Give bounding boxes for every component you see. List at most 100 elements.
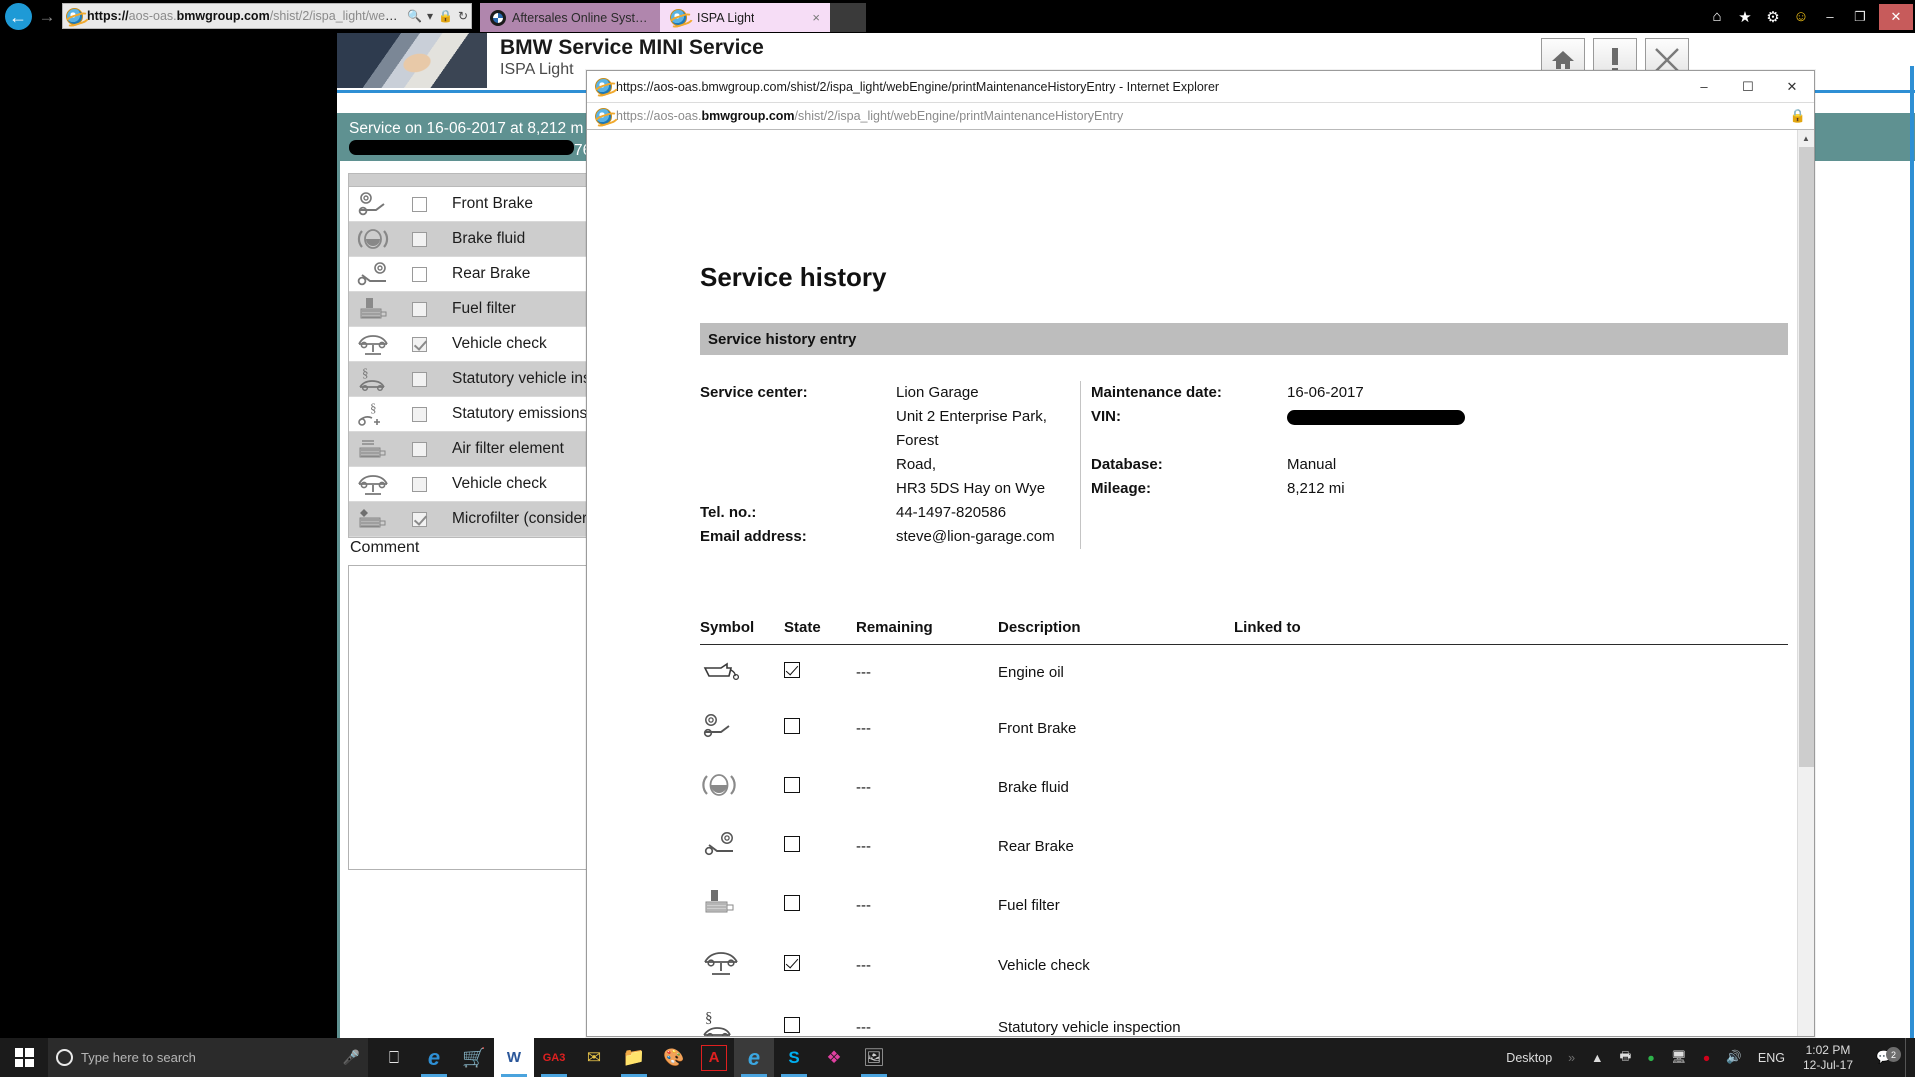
gas-app-icon[interactable]: GA3: [534, 1038, 574, 1077]
section-title: Service history entry: [700, 323, 1788, 355]
field-key: Tel. no.:: [700, 501, 896, 525]
checkbox[interactable]: [397, 197, 442, 212]
popup-scrollbar[interactable]: ▲: [1797, 130, 1814, 1036]
checkbox[interactable]: [397, 302, 442, 317]
service-details-grid: Service center:Lion Garage Unit 2 Enterp…: [700, 381, 1788, 549]
start-button[interactable]: [0, 1038, 48, 1077]
field-value: Lion Garage: [896, 381, 1080, 405]
service-item-label: Front Brake: [442, 195, 533, 213]
checkbox[interactable]: [397, 477, 442, 492]
info-row: Road,: [700, 453, 1080, 477]
photos-icon[interactable]: 🖼: [854, 1038, 894, 1077]
mail-icon[interactable]: ✉: [574, 1038, 614, 1077]
overflow-chevron-icon[interactable]: »: [1560, 1038, 1583, 1077]
action-center-icon[interactable]: 💬 2: [1863, 1050, 1905, 1065]
printer-icon[interactable]: 🖶: [1611, 1038, 1639, 1077]
field-key: Maintenance date:: [1091, 381, 1287, 405]
close-icon[interactable]: ×: [812, 10, 820, 25]
home-icon[interactable]: ⌂: [1703, 8, 1731, 25]
system-tray: Desktop » ▲ 🖶 ● 🖥 ● 🔊 ENG 1:02 PM 12-Jul…: [1498, 1038, 1915, 1077]
smiley-feedback-icon[interactable]: ☺: [1787, 8, 1815, 25]
service-item-label: Microfilter (consider f: [442, 510, 596, 528]
field-key: [700, 477, 896, 501]
file-explorer-icon[interactable]: 📁: [614, 1038, 654, 1077]
checkbox[interactable]: [397, 337, 442, 352]
checkbox[interactable]: [397, 232, 442, 247]
field-value: [1287, 405, 1788, 429]
info-row: VIN:: [1091, 405, 1788, 429]
tab-aftersales-online-system[interactable]: Aftersales Online System : Serv...: [480, 3, 660, 32]
search-icon[interactable]: 🔍: [407, 9, 422, 23]
scrollbar-thumb[interactable]: [1799, 147, 1814, 767]
forward-arrow-icon[interactable]: →: [36, 6, 58, 28]
skype-icon[interactable]: S: [774, 1038, 814, 1077]
restore-button[interactable]: ❐: [1845, 9, 1875, 25]
field-key: Mileage:: [1091, 477, 1287, 501]
microsoft-store-icon[interactable]: 🛒: [454, 1038, 494, 1077]
handshake-photo: [337, 33, 487, 88]
close-window-button[interactable]: ✕: [1879, 4, 1913, 30]
field-value: HR3 5DS Hay on Wye: [896, 477, 1080, 501]
clock-date: 12-Jul-17: [1803, 1058, 1853, 1073]
clock[interactable]: 1:02 PM 12-Jul-17: [1793, 1043, 1863, 1073]
state-checkbox: [784, 757, 856, 817]
field-key: [1091, 429, 1287, 453]
antivirus-icon[interactable]: ●: [1639, 1038, 1663, 1077]
popup-title-bar[interactable]: https://aos-oas.bmwgroup.com/shist/2/isp…: [587, 71, 1814, 102]
popup-maximize-button[interactable]: ☐: [1726, 71, 1770, 102]
search-input[interactable]: Type here to search 🎤: [48, 1038, 368, 1077]
adobe-reader-icon[interactable]: A: [701, 1045, 727, 1071]
desktop-label[interactable]: Desktop: [1498, 1038, 1560, 1077]
scroll-up-icon[interactable]: ▲: [1798, 130, 1814, 147]
table-row: --- Rear Brake: [700, 817, 1788, 875]
taskbar: Type here to search 🎤 ⎕ e 🛒 W GA3 ✉ 📁 🎨 …: [0, 1038, 1915, 1077]
linked-to-value: [1234, 995, 1788, 1036]
show-desktop-button[interactable]: [1905, 1038, 1915, 1077]
service-item-label: Vehicle check: [442, 475, 547, 493]
linked-to-value: [1234, 699, 1788, 757]
url-path: /shist/2/ispa_light/webEngine/printMaint…: [795, 109, 1124, 123]
network-icon[interactable]: 🖥: [1663, 1038, 1695, 1077]
word-icon[interactable]: W: [494, 1038, 534, 1077]
checkbox[interactable]: [397, 442, 442, 457]
field-value: Road,: [896, 453, 1080, 477]
internet-explorer-icon[interactable]: e: [734, 1038, 774, 1077]
mcafee-icon[interactable]: ●: [1695, 1038, 1719, 1077]
minimize-button[interactable]: –: [1815, 9, 1845, 24]
edge-icon[interactable]: e: [414, 1038, 454, 1077]
description-value: Front Brake: [998, 699, 1234, 757]
back-button[interactable]: ←: [2, 1, 34, 32]
favorites-star-icon[interactable]: ★: [1731, 8, 1759, 26]
checkbox[interactable]: [397, 267, 442, 282]
popup-close-button[interactable]: ✕: [1770, 71, 1814, 102]
service-item-label: Rear Brake: [442, 265, 530, 283]
checkbox[interactable]: [397, 407, 442, 422]
volume-icon[interactable]: 🔊: [1718, 1038, 1750, 1077]
paint-icon[interactable]: 🎨: [654, 1038, 694, 1077]
print-maintenance-history-window: https://aos-oas.bmwgroup.com/shist/2/isp…: [586, 70, 1815, 1037]
front-brake-icon: [349, 187, 397, 222]
chevron-down-icon[interactable]: ▾: [427, 9, 433, 23]
front-brake-icon: [700, 699, 784, 757]
task-view-icon[interactable]: ⎕: [374, 1038, 414, 1077]
service-center-column: Service center:Lion Garage Unit 2 Enterp…: [700, 381, 1080, 549]
info-row: Mileage:8,212 mi: [1091, 477, 1788, 501]
refresh-icon[interactable]: ↻: [458, 9, 468, 23]
checkbox[interactable]: [397, 372, 442, 387]
photoshop-icon[interactable]: ❖: [814, 1038, 854, 1077]
vehicle-check-icon: [349, 467, 397, 502]
panel-left-edge: [337, 161, 340, 1038]
settings-gear-icon[interactable]: ⚙: [1759, 8, 1787, 26]
popup-address-bar[interactable]: https://aos-oas.bmwgroup.com/shist/2/isp…: [587, 102, 1814, 130]
svg-text:§: §: [370, 400, 377, 415]
new-tab-button[interactable]: [830, 3, 866, 32]
show-hidden-icons[interactable]: ▲: [1583, 1038, 1611, 1077]
address-bar[interactable]: https://aos-oas.bmwgroup.com/shist/2/isp…: [62, 3, 472, 29]
tab-ispa-light[interactable]: ISPA Light ×: [660, 3, 830, 32]
popup-minimize-button[interactable]: –: [1682, 71, 1726, 102]
checkbox[interactable]: [397, 512, 442, 527]
field-key: [700, 405, 896, 453]
remaining-value: ---: [856, 995, 998, 1036]
microphone-icon[interactable]: 🎤: [343, 1049, 360, 1066]
language-indicator[interactable]: ENG: [1750, 1038, 1793, 1077]
